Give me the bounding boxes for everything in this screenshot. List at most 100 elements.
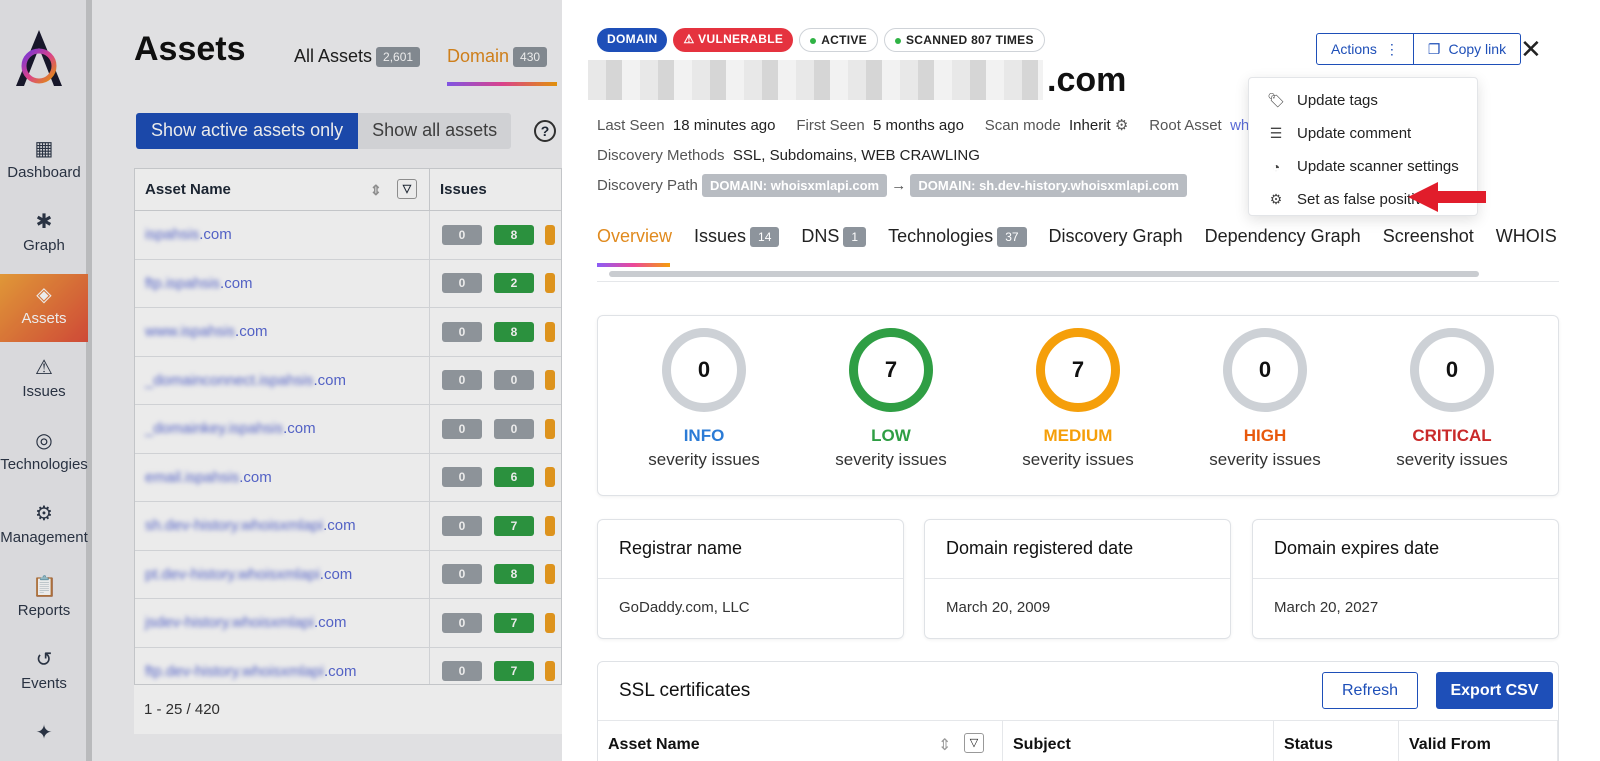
severity-ring: 0 (662, 328, 746, 412)
registrar-card: Registrar name GoDaddy.com, LLC (597, 519, 904, 639)
tab-label: Technologies (888, 226, 994, 246)
menu-item-update-scanner-settings[interactable]: ◔ Update scanner settings (1249, 150, 1477, 183)
severity-sub: severity issues (1022, 450, 1134, 469)
tab-label: WHOIS (1495, 226, 1557, 246)
app-root: ▦ Dashboard ✱ Graph ◈ Assets ⚠ Issues ◎ Technolog… (0, 0, 1600, 761)
severity-medium[interactable]: 7 MEDIUM severity issues (1003, 328, 1153, 470)
column-header-label: Status (1284, 736, 1333, 753)
menu-item-update-tags[interactable]: 🏷 Update tags (1249, 84, 1477, 117)
modal-backdrop[interactable] (0, 0, 562, 761)
asset-detail-drawer: DOMAIN ⚠ VULNERABLE ACTIVE SCANNED 807 T… (562, 0, 1600, 761)
registrar-label: Registrar name (598, 520, 903, 579)
copy-link-label: Copy link (1448, 41, 1507, 57)
scrollbar-thumb[interactable] (609, 271, 1479, 277)
status-dot-icon (895, 37, 901, 44)
copy-link-button[interactable]: ❐ Copy link (1413, 33, 1522, 65)
severity-sub: severity issues (1396, 450, 1508, 469)
export-csv-button[interactable]: Export CSV (1436, 672, 1553, 709)
ssl-col-asset-name: Asset Name ⇕ ▽ (598, 721, 1003, 761)
asset-title: .com (588, 60, 1126, 100)
asset-tags: DOMAIN ⚠ VULNERABLE ACTIVE SCANNED 807 T… (597, 28, 1045, 52)
severity-high[interactable]: 0 HIGH severity issues (1190, 328, 1340, 470)
severity-critical[interactable]: 0 CRITICAL severity issues (1377, 328, 1527, 470)
severity-level: CRITICAL (1412, 426, 1492, 445)
registrar-value: GoDaddy.com, LLC (619, 599, 750, 616)
scan-mode-value: Inherit (1069, 117, 1111, 134)
root-asset-link[interactable]: wh (1230, 117, 1249, 134)
tab-label: Dependency Graph (1204, 226, 1361, 246)
active-tag: ACTIVE (799, 28, 878, 52)
ssl-certificates-card: SSL certificates Refresh Export CSV Asse… (597, 661, 1559, 761)
scan-mode-label: Scan mode (984, 117, 1061, 134)
severity-sub: severity issues (1209, 450, 1321, 469)
registered-date-card: Domain registered date March 20, 2009 (924, 519, 1231, 639)
menu-item-label: Update scanner settings (1297, 158, 1459, 175)
red-arrow-annotation-icon (1408, 182, 1486, 212)
close-icon[interactable]: ✕ (1520, 34, 1542, 65)
tab-discovery-graph[interactable]: Discovery Graph (1049, 226, 1183, 247)
expires-date-card: Domain expires date March 20, 2027 (1252, 519, 1559, 639)
comment-icon: ☰ (1269, 125, 1283, 141)
path-chip[interactable]: DOMAIN: whoisxmlapi.com (702, 174, 888, 197)
tab-dns[interactable]: DNS 1 (801, 226, 867, 248)
filter-icon[interactable]: ▽ (964, 733, 984, 753)
tab-label: DNS (801, 226, 840, 246)
tab-issues[interactable]: Issues 14 (694, 226, 780, 248)
scanned-tag: SCANNED 807 TIMES (884, 28, 1045, 52)
tab-whois[interactable]: WHOIS (1496, 226, 1557, 247)
severity-count: 7 (884, 357, 898, 382)
active-tab-indicator (597, 263, 670, 267)
tab-count-badge: 1 (843, 227, 867, 248)
menu-item-label: Update comment (1297, 125, 1412, 142)
column-header-label: Valid From (1409, 736, 1491, 753)
actions-button[interactable]: Actions ⋮ (1316, 33, 1414, 65)
arrow-right-icon: → (891, 177, 907, 194)
scanner-icon: ◔ (1271, 158, 1281, 175)
tab-screenshot[interactable]: Screenshot (1383, 226, 1474, 247)
vulnerable-tag: ⚠ VULNERABLE (673, 28, 794, 52)
last-seen-label: Last Seen (597, 117, 665, 134)
discovery-path: Discovery Path DOMAIN: whoisxmlapi.com →… (597, 174, 1187, 197)
expires-date-value: March 20, 2027 (1274, 599, 1379, 616)
ssl-col-valid-from: Valid From (1399, 721, 1558, 761)
gear-icon: ⚙ (1269, 191, 1283, 207)
tag-icon: 🏷 (1267, 92, 1285, 108)
warning-icon: ⚠ (683, 32, 699, 46)
discovery-methods-label: Discovery Methods (597, 147, 725, 164)
discovery-methods-value: SSL, Subdomains, WEB CRAWLING (732, 147, 980, 164)
tabs-scrollbar[interactable] (597, 268, 1559, 282)
redacted-block (588, 60, 1043, 100)
status-dot-icon (810, 37, 817, 44)
path-chip[interactable]: DOMAIN: sh.dev-history.whoisxmlapi.com (910, 174, 1187, 197)
copy-icon: ❐ (1427, 40, 1441, 57)
gear-icon[interactable]: ⚙ (1115, 117, 1128, 134)
tab-overview[interactable]: Overview (597, 226, 672, 247)
menu-item-update-comment[interactable]: ☰ Update comment (1249, 117, 1477, 150)
sort-icon[interactable]: ⇕ (938, 735, 951, 755)
severity-low[interactable]: 7 LOW severity issues (816, 328, 966, 470)
tab-label: Overview (597, 226, 673, 246)
domain-tag: DOMAIN (597, 28, 668, 52)
registered-date-label: Domain registered date (925, 520, 1230, 579)
severity-count: 0 (697, 357, 711, 382)
tab-label: Screenshot (1382, 226, 1474, 246)
discovery-path-label: Discovery Path (597, 177, 698, 194)
menu-item-label: Update tags (1297, 92, 1378, 109)
severity-count: 0 (1258, 357, 1272, 382)
severity-sub: severity issues (835, 450, 947, 469)
expires-date-label: Domain expires date (1253, 520, 1558, 579)
refresh-button[interactable]: Refresh (1322, 672, 1418, 709)
column-header-label: Subject (1013, 736, 1071, 753)
detail-tabs: Overview Issues 14 DNS 1 Technologies 37 Discov… (597, 226, 1557, 248)
tab-label: Issues (694, 226, 747, 246)
first-seen-label: First Seen (796, 117, 865, 134)
column-header-label: Asset Name (608, 736, 700, 753)
ssl-col-status: Status (1274, 721, 1399, 761)
seen-meta: Last Seen 18 minutes ago First Seen 5 mo… (597, 116, 1249, 134)
severity-ring: 0 (1410, 328, 1494, 412)
tab-technologies[interactable]: Technologies 37 (888, 226, 1027, 248)
scanned-tag-label: SCANNED 807 TIMES (906, 33, 1034, 47)
tab-dependency-graph[interactable]: Dependency Graph (1205, 226, 1361, 247)
root-asset-label: Root Asset (1149, 117, 1222, 134)
severity-info[interactable]: 0 INFO severity issues (629, 328, 779, 470)
